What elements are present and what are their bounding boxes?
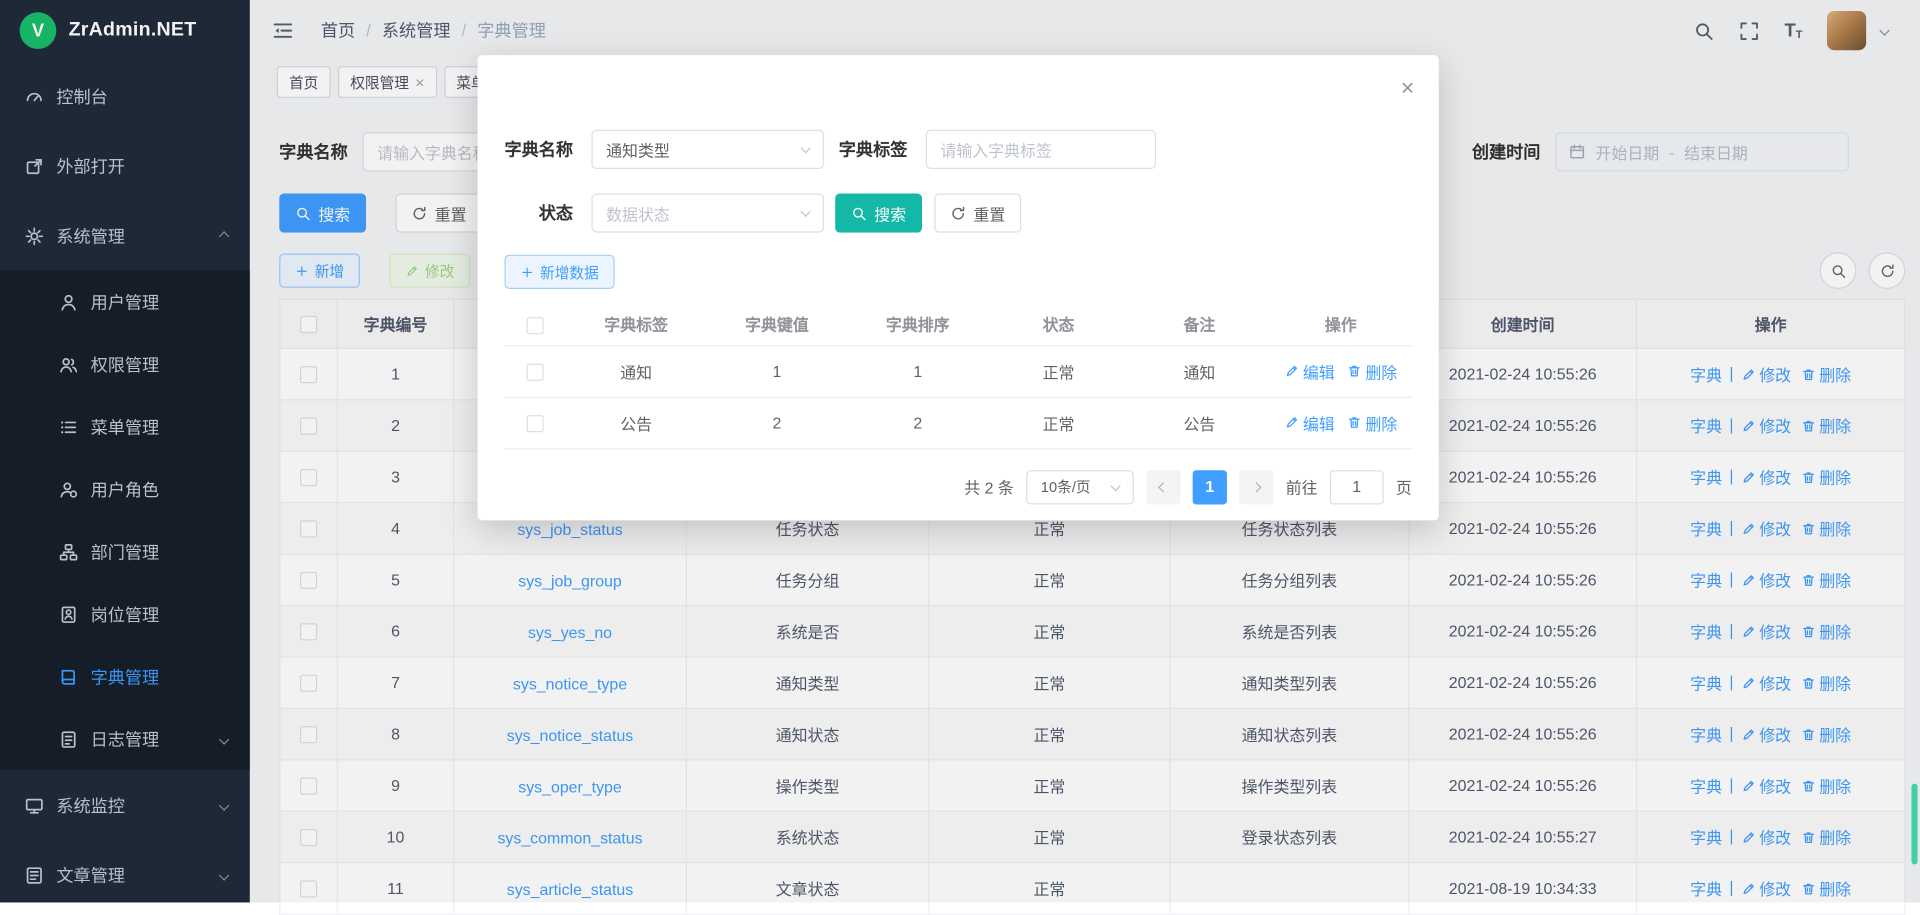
cell-actions: 编辑删除 [1270, 345, 1412, 396]
column-header: 备注 [1129, 304, 1270, 346]
add-data-button[interactable]: 新增数据 [504, 255, 614, 289]
next-page-button[interactable] [1239, 470, 1273, 504]
modal-dict-name-label: 字典名称 [504, 137, 573, 161]
refresh-icon [950, 205, 966, 221]
modal-dict-label-input[interactable]: 请输入字典标签 [926, 130, 1156, 169]
close-icon[interactable]: × [1401, 77, 1415, 100]
column-header: 字典标签 [566, 304, 707, 346]
plus-icon [520, 265, 533, 278]
prev-page-button[interactable] [1146, 470, 1180, 504]
modal-dict-label-label: 字典标签 [839, 137, 908, 161]
scrollbar-thumb[interactable] [1911, 784, 1917, 865]
cell-status: 正常 [988, 397, 1129, 448]
edit-icon [1284, 415, 1299, 430]
modal-status-label: 状态 [504, 201, 573, 225]
row-delete-link[interactable]: 删除 [1347, 359, 1397, 382]
row-edit-link[interactable]: 编辑 [1284, 411, 1334, 434]
column-header: 字典排序 [847, 304, 988, 346]
modal-reset-button[interactable]: 重置 [934, 193, 1021, 232]
search-icon [851, 205, 867, 221]
modal-dict-name-select[interactable]: 通知类型 [591, 130, 824, 169]
modal-table-body: 通知 1 1 正常 通知 编辑删除 公告 2 2 正常 公告 编辑删除 [504, 345, 1411, 448]
modal-table-row: 公告 2 2 正常 公告 编辑删除 [504, 397, 1411, 448]
cell-remark: 公告 [1129, 397, 1270, 448]
cell-dict-value: 1 [707, 345, 848, 396]
dict-data-dialog: × 字典名称 通知类型 字典标签 请输入字典标签 状态 数据状态 搜索 重置 [478, 55, 1439, 520]
column-header: 状态 [988, 304, 1129, 346]
cell-dict-sort: 1 [847, 345, 988, 396]
row-checkbox[interactable] [527, 415, 544, 432]
cell-remark: 通知 [1129, 345, 1270, 396]
modal-table-row: 通知 1 1 正常 通知 编辑删除 [504, 345, 1411, 396]
cell-dict-value: 2 [707, 397, 848, 448]
row-edit-link[interactable]: 编辑 [1284, 359, 1334, 382]
modal-status-select[interactable]: 数据状态 [591, 193, 824, 232]
app-window: V ZrAdmin.NET 控制台 外部打开 系统管理 用户管理 权限管理 菜单… [0, 0, 1920, 902]
cell-dict-label: 公告 [566, 397, 707, 448]
pagination-total: 共 2 条 [964, 475, 1014, 498]
cell-actions: 编辑删除 [1270, 397, 1412, 448]
page-size-select[interactable]: 10条/页 [1026, 470, 1134, 504]
dict-data-table: 字典标签字典键值字典排序状态备注操作 通知 1 1 正常 通知 编辑删除 公告 … [504, 304, 1411, 449]
header-checkbox-cell [504, 304, 565, 346]
goto-label: 前往 [1286, 475, 1318, 498]
row-delete-link[interactable]: 删除 [1347, 411, 1397, 434]
cell-dict-sort: 2 [847, 397, 988, 448]
column-header: 操作 [1270, 304, 1412, 346]
goto-unit: 页 [1396, 475, 1412, 498]
modal-select-all-checkbox[interactable] [527, 317, 544, 334]
column-header: 字典键值 [707, 304, 848, 346]
cell-status: 正常 [988, 345, 1129, 396]
page-1-button[interactable]: 1 [1193, 470, 1227, 504]
row-checkbox[interactable] [527, 363, 544, 380]
trash-icon [1347, 364, 1362, 379]
modal-search-button[interactable]: 搜索 [835, 193, 922, 232]
cell-dict-label: 通知 [566, 345, 707, 396]
goto-page-input[interactable]: 1 [1330, 470, 1384, 504]
edit-icon [1284, 364, 1299, 379]
modal-table-header: 字典标签字典键值字典排序状态备注操作 [504, 304, 1411, 346]
trash-icon [1347, 415, 1362, 430]
pagination: 共 2 条 10条/页 1 前往 1 页 [504, 470, 1411, 504]
